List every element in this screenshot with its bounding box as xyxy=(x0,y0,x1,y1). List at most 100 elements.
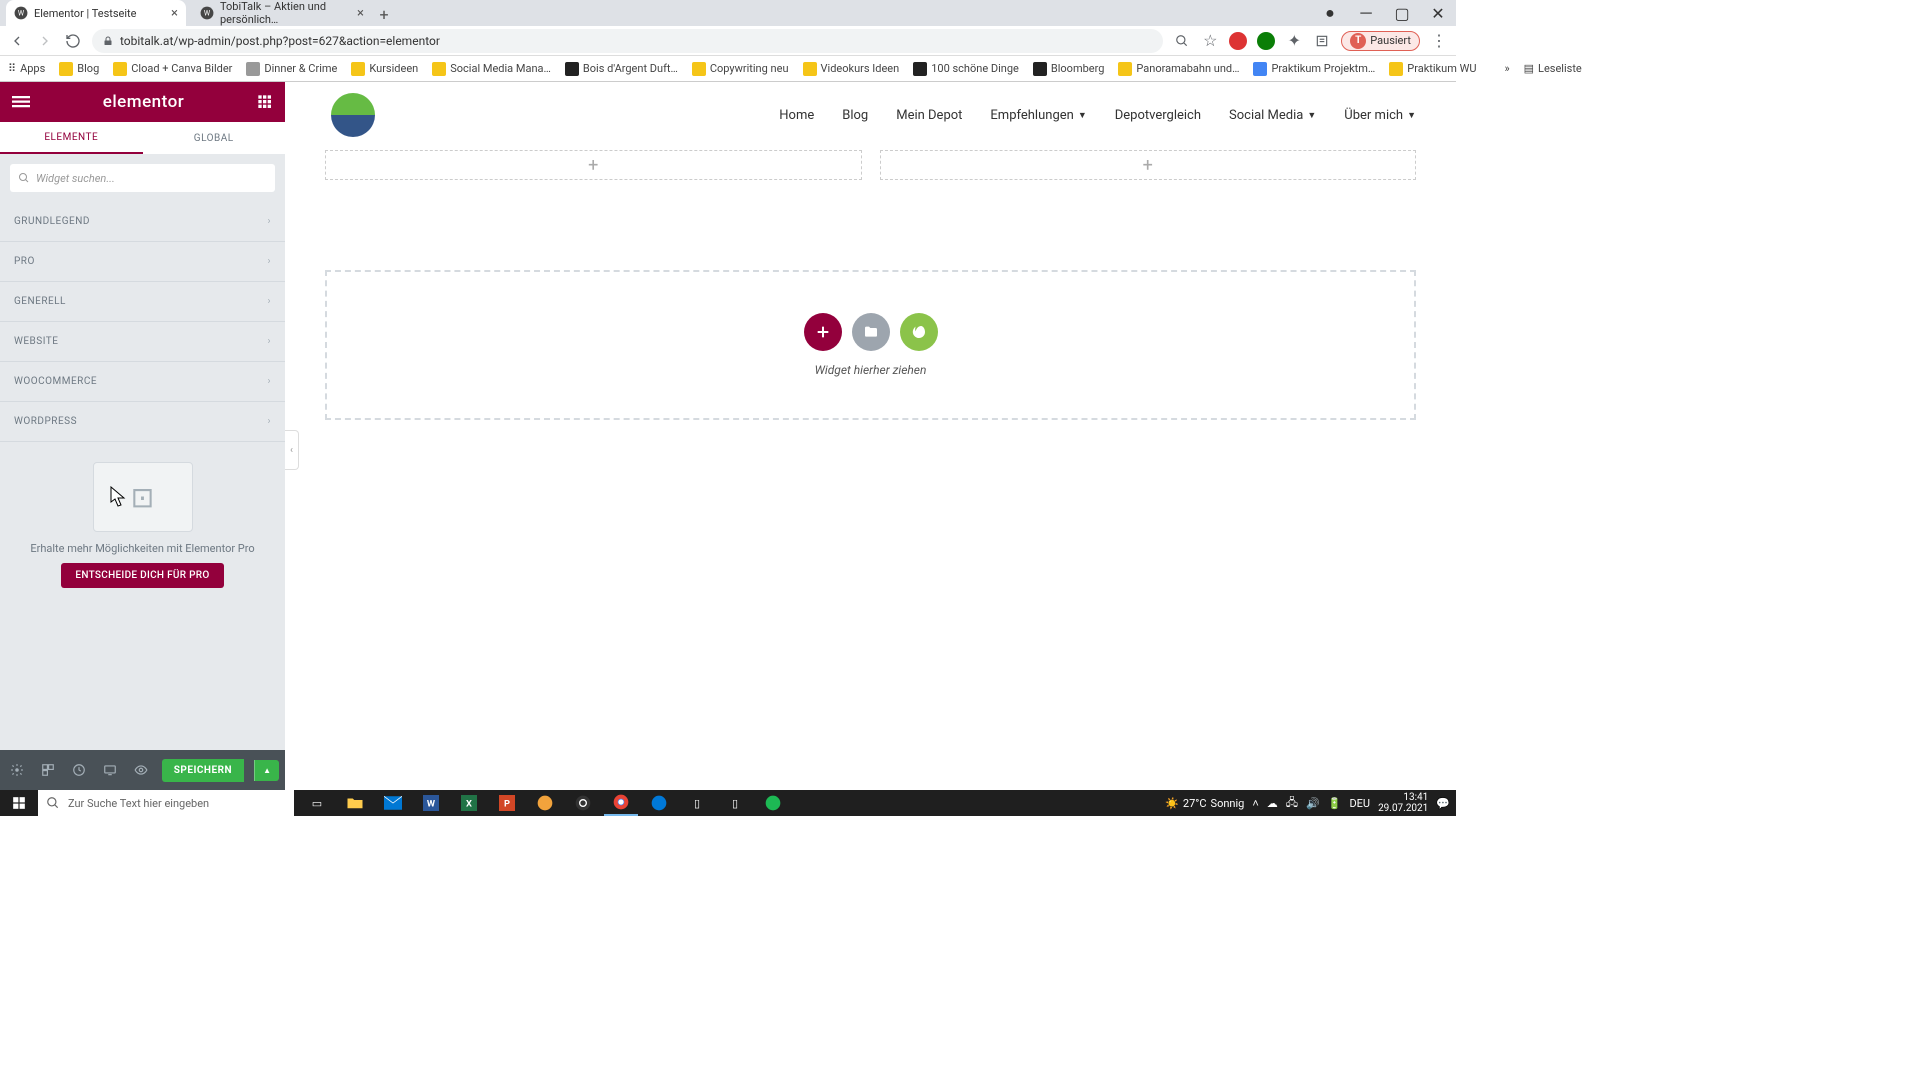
edge-icon[interactable] xyxy=(642,790,676,816)
volume-icon[interactable]: 🔊 xyxy=(1306,797,1320,810)
category-item[interactable]: GENERELL› xyxy=(0,282,285,322)
clock[interactable]: 13:41 29.07.2021 xyxy=(1378,792,1428,814)
word-icon[interactable]: W xyxy=(414,790,448,816)
extension-icon[interactable] xyxy=(1257,32,1275,50)
close-icon[interactable]: × xyxy=(357,6,364,21)
battery-icon[interactable]: 🔋 xyxy=(1328,797,1342,810)
reload-icon[interactable] xyxy=(64,32,82,50)
start-button[interactable] xyxy=(0,790,38,816)
nav-item[interactable]: Mein Depot xyxy=(896,108,962,123)
extension-icon[interactable] xyxy=(1229,32,1247,50)
search-placeholder: Widget suchen... xyxy=(36,172,115,185)
minimize-icon[interactable]: ─ xyxy=(1348,0,1384,26)
widget-categories: GRUNDLEGEND› PRO› GENERELL› WEBSITE› WOO… xyxy=(0,202,285,750)
history-icon[interactable] xyxy=(68,758,89,782)
category-item[interactable]: GRUNDLEGEND› xyxy=(0,202,285,242)
tab-title: Elementor | Testseite xyxy=(34,7,137,20)
bookmark-item[interactable]: Blog xyxy=(59,62,99,76)
category-item[interactable]: PRO› xyxy=(0,242,285,282)
taskbar-apps: ▭ W X P ▯ ▯ xyxy=(300,790,790,816)
forward-icon[interactable] xyxy=(36,32,54,50)
menu-icon[interactable]: ⋮ xyxy=(1430,32,1448,50)
bookmark-item[interactable]: Social Media Mana… xyxy=(432,62,551,76)
profile-paused[interactable]: T Pausiert xyxy=(1341,31,1420,51)
bookmark-item[interactable]: Videokurs Ideen xyxy=(803,62,900,76)
bookmark-item[interactable]: Cload + Canva Bilder xyxy=(113,62,232,76)
excel-icon[interactable]: X xyxy=(452,790,486,816)
add-section-button[interactable] xyxy=(804,313,842,351)
app-icon[interactable]: ▯ xyxy=(680,790,714,816)
new-section-dropzone[interactable]: Widget hierher ziehen xyxy=(325,270,1416,420)
tab-global[interactable]: GLOBAL xyxy=(143,122,286,154)
category-item[interactable]: WORDPRESS› xyxy=(0,402,285,442)
empty-column[interactable]: + xyxy=(325,150,862,180)
tray-chevron-icon[interactable]: ˄ xyxy=(1252,797,1258,810)
bookmark-item[interactable]: Panoramabahn und… xyxy=(1118,62,1239,76)
chrome-icon[interactable] xyxy=(604,790,638,816)
app-icon[interactable]: ▯ xyxy=(718,790,752,816)
close-window-icon[interactable]: ✕ xyxy=(1420,0,1456,26)
back-icon[interactable] xyxy=(8,32,26,50)
category-item[interactable]: WEBSITE› xyxy=(0,322,285,362)
maximize-icon[interactable]: ▢ xyxy=(1384,0,1420,26)
bookmark-item[interactable]: Copywriting neu xyxy=(692,62,789,76)
notifications-icon[interactable]: 💬 xyxy=(1436,797,1450,810)
zoom-icon[interactable] xyxy=(1173,32,1191,50)
save-button[interactable]: SPEICHERN xyxy=(162,759,244,782)
responsive-icon[interactable] xyxy=(99,758,120,782)
bookmark-item[interactable]: Dinner & Crime xyxy=(246,62,337,76)
nav-item[interactable]: Home xyxy=(779,108,814,123)
new-tab-button[interactable]: + xyxy=(372,2,396,26)
save-options-button[interactable]: ▲ xyxy=(254,760,279,781)
more-bookmarks-icon[interactable]: » xyxy=(1504,62,1509,75)
nav-item[interactable]: Über mich▼ xyxy=(1344,108,1416,123)
collapse-panel-button[interactable]: ‹ xyxy=(285,430,299,470)
network-icon[interactable]: 🖧 xyxy=(1286,794,1298,813)
bookmark-item[interactable]: Praktikum WU xyxy=(1389,62,1476,76)
envato-button[interactable] xyxy=(900,313,938,351)
mail-icon[interactable] xyxy=(376,790,410,816)
navigator-icon[interactable] xyxy=(37,758,58,782)
extensions-icon[interactable]: ✦ xyxy=(1285,32,1303,50)
star-icon[interactable]: ☆ xyxy=(1201,32,1219,50)
task-view-icon[interactable]: ▭ xyxy=(300,790,334,816)
obs-icon[interactable] xyxy=(566,790,600,816)
settings-icon[interactable] xyxy=(6,758,27,782)
pro-cta-button[interactable]: ENTSCHEIDE DICH FÜR PRO xyxy=(61,563,223,588)
bookmark-item[interactable]: 100 schöne Dinge xyxy=(913,62,1019,76)
hamburger-icon[interactable] xyxy=(12,93,30,111)
nav-item[interactable]: Depotvergleich xyxy=(1115,108,1201,123)
reading-list-button[interactable]: ▤Leseliste xyxy=(1524,62,1582,75)
spotify-icon[interactable] xyxy=(756,790,790,816)
template-library-button[interactable] xyxy=(852,313,890,351)
nav-item[interactable]: Empfehlungen▼ xyxy=(990,108,1086,123)
weather-widget[interactable]: ☀️ 27°C Sonnig xyxy=(1165,797,1244,810)
apps-button[interactable]: ⠿Apps xyxy=(8,62,45,75)
update-dot-icon[interactable]: ● xyxy=(1312,0,1348,26)
plus-icon: + xyxy=(1143,155,1153,176)
bookmark-item[interactable]: Bois d'Argent Duft… xyxy=(565,62,678,76)
bookmark-item[interactable]: Praktikum Projektm… xyxy=(1253,62,1375,76)
empty-column[interactable]: + xyxy=(880,150,1417,180)
bookmark-item[interactable]: Bloomberg xyxy=(1033,62,1105,76)
taskbar-search-input[interactable]: Zur Suche Text hier eingeben xyxy=(38,790,294,816)
preview-icon[interactable] xyxy=(131,758,152,782)
widget-search-input[interactable]: Widget suchen... xyxy=(10,164,275,192)
browser-tab-active[interactable]: W Elementor | Testseite × xyxy=(6,0,186,26)
browser-tab[interactable]: W TobiTalk – Aktien und persönlich… × xyxy=(192,0,372,26)
tab-elements[interactable]: ELEMENTE xyxy=(0,122,143,154)
category-item[interactable]: WOOCOMMERCE› xyxy=(0,362,285,402)
close-icon[interactable]: × xyxy=(171,6,178,21)
nav-item[interactable]: Social Media▼ xyxy=(1229,108,1316,123)
url-input[interactable]: tobitalk.at/wp-admin/post.php?post=627&a… xyxy=(92,29,1163,53)
app-icon[interactable] xyxy=(528,790,562,816)
language-indicator[interactable]: DEU xyxy=(1349,797,1370,810)
site-logo-avatar[interactable] xyxy=(331,93,375,137)
apps-grid-icon[interactable] xyxy=(257,94,273,110)
powerpoint-icon[interactable]: P xyxy=(490,790,524,816)
onedrive-icon[interactable]: ☁ xyxy=(1267,797,1278,810)
explorer-icon[interactable] xyxy=(338,790,372,816)
reading-list-icon[interactable] xyxy=(1313,32,1331,50)
nav-item[interactable]: Blog xyxy=(842,108,868,123)
bookmark-item[interactable]: Kursideen xyxy=(351,62,418,76)
